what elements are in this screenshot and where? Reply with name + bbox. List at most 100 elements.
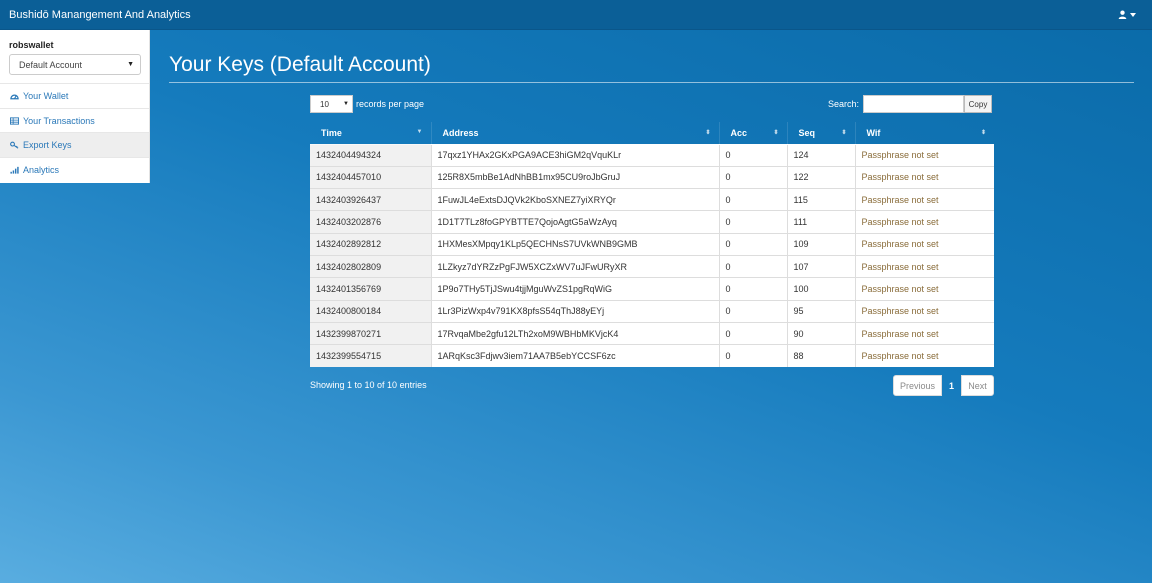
cell-seq: 90	[786, 321, 855, 345]
signal-icon	[10, 167, 19, 175]
cell-acc: 0	[718, 299, 787, 323]
sidebar-item-label: Your Wallet	[23, 90, 69, 101]
cell-acc: 0	[718, 321, 787, 345]
cell-time: 1432402802809	[310, 254, 431, 278]
cell-address: 17qxz1YHAx2GKxPGA9ACE3hiGM2qVquKLr	[430, 143, 719, 167]
sidebar-item-label: Analytics	[23, 165, 60, 176]
cell-wif: Passphrase not set	[854, 143, 994, 167]
sort-both-icon: ⬍	[773, 130, 779, 136]
sidebar-item-your-wallet[interactable]: Your Wallet	[0, 84, 149, 109]
next-page-button[interactable]: Next	[961, 375, 994, 396]
table-row: 1432403202876 1D1T7TLz8foGPYBTTE7QojoAgtG…	[310, 210, 994, 234]
wallet-name: robswallet	[9, 40, 54, 50]
cell-wif: Passphrase not set	[854, 299, 994, 323]
sidebar: robswallet Default Account ▼ Your Wallet…	[0, 30, 150, 183]
table-row: 1432402802809 1LZkyz7dYRZzPgFJW5XCZxWV7uJ…	[310, 254, 994, 278]
cell-wif: Passphrase not set	[854, 232, 994, 256]
column-header-label: Seq	[798, 127, 816, 138]
cell-acc: 0	[718, 254, 787, 278]
previous-page-button[interactable]: Previous	[893, 375, 942, 396]
sidebar-item-label: Your Transactions	[23, 115, 95, 126]
column-header-label: Acc	[730, 127, 748, 138]
sort-desc-icon: ▼	[416, 129, 423, 135]
sort-both-icon: ⬍	[980, 130, 986, 136]
cell-wif: Passphrase not set	[854, 210, 994, 234]
user-menu[interactable]	[1118, 10, 1136, 19]
cell-time: 1432399554715	[310, 344, 431, 367]
cell-seq: 111	[786, 210, 855, 234]
page-title: Your Keys (Default Account)	[169, 53, 431, 76]
dashboard-icon	[10, 94, 19, 100]
cell-wif: Passphrase not set	[854, 165, 994, 189]
column-header-address[interactable]: Address ⬍	[430, 122, 719, 145]
cell-address: 1LZkyz7dYRZzPgFJW5XCZxWV7uJFwURyXR	[430, 254, 719, 278]
table-row: 1432399870271 17RvqaMbe2gfu12LTh2xoM9WBHb…	[310, 321, 994, 345]
sidebar-item-export-keys[interactable]: Export Keys	[0, 133, 149, 159]
cell-time: 1432399870271	[310, 321, 431, 345]
table-row: 1432402892812 1HXMesXMpqy1KLp5QECHNsS7UVk…	[310, 232, 994, 256]
cell-seq: 124	[786, 143, 855, 167]
account-select[interactable]: Default Account ▼	[9, 54, 141, 75]
cell-time: 1432402892812	[310, 232, 431, 256]
cell-wif: Passphrase not set	[854, 188, 994, 211]
page-length-select[interactable]: 10 ▼	[310, 95, 353, 113]
sort-both-icon: ⬍	[705, 130, 711, 136]
search-control: Search: Copy	[828, 95, 992, 113]
cell-acc: 0	[718, 277, 787, 301]
sidebar-item-your-transactions[interactable]: Your Transactions	[0, 109, 149, 134]
column-header-seq[interactable]: Seq ⬍	[786, 122, 855, 145]
cell-acc: 0	[718, 165, 787, 189]
cell-acc: 0	[718, 210, 787, 234]
table-row: 1432399554715 1ARqKsc3Fdjwv3iem71AA7B5ebY…	[310, 344, 994, 367]
cell-address: 1FuwJL4eExtsDJQVk2KboSXNEZ7yiXRYQr	[430, 188, 719, 211]
page-1-button[interactable]: 1	[942, 375, 961, 396]
cell-address: 1HXMesXMpqy1KLp5QECHNsS7UVkWNB9GMB	[430, 232, 719, 256]
caret-down-icon	[1130, 12, 1136, 17]
cell-seq: 109	[786, 232, 855, 256]
cell-seq: 115	[786, 188, 855, 211]
cell-time: 1432404494324	[310, 143, 431, 167]
cell-address: 1ARqKsc3Fdjwv3iem71AA7B5ebYCCSF6zc	[430, 344, 719, 367]
cell-wif: Passphrase not set	[854, 344, 994, 367]
cell-address: 125R8X5mbBe1AdNhBB1mx95CU9roJbGruJ	[430, 165, 719, 189]
cell-acc: 0	[718, 232, 787, 256]
cell-acc: 0	[718, 188, 787, 211]
cell-time: 1432404457010	[310, 165, 431, 189]
page-length-control: 10 ▼ records per page	[310, 95, 424, 113]
cell-seq: 122	[786, 165, 855, 189]
cell-address: 1D1T7TLz8foGPYBTTE7QojoAgtG5aWzAyq	[430, 210, 719, 234]
table-header-row: Time ▼ Address ⬍ Acc ⬍ Seq ⬍ Wif ⬍	[310, 122, 994, 145]
column-header-label: Time	[321, 127, 342, 138]
search-label: Search:	[827, 99, 859, 109]
cell-time: 1432400800184	[310, 299, 431, 323]
column-header-acc[interactable]: Acc ⬍	[718, 122, 787, 145]
cell-acc: 0	[718, 143, 787, 167]
key-icon	[10, 141, 19, 149]
sidebar-item-analytics[interactable]: Analytics	[0, 158, 149, 183]
copy-button[interactable]: Copy	[964, 95, 992, 113]
search-input[interactable]	[863, 95, 964, 113]
column-header-time[interactable]: Time ▼	[310, 122, 431, 145]
account-panel: robswallet Default Account ▼	[0, 30, 149, 84]
column-header-label: Address	[442, 127, 479, 138]
records-per-page-label: records per page	[356, 99, 425, 109]
table-row: 1432401356769 1P9o7THy5TjJSwu4tjjMguWvZS1…	[310, 277, 994, 301]
cell-time: 1432401356769	[310, 277, 431, 301]
cell-acc: 0	[718, 344, 787, 367]
title-divider	[169, 82, 1134, 83]
cell-wif: Passphrase not set	[854, 254, 994, 278]
caret-down-icon: ▼	[343, 101, 349, 107]
pagination: Previous 1 Next	[893, 375, 994, 396]
cell-seq: 88	[786, 344, 855, 367]
table-icon	[10, 116, 19, 125]
column-header-label: Wif	[866, 127, 881, 138]
cell-address: 1P9o7THy5TjJSwu4tjjMguWvZS1pgRqWiG	[430, 277, 719, 301]
app-title[interactable]: Bushidō Manangement And Analytics	[9, 9, 191, 21]
table-row: 1432400800184 1Lr3PizWxp4v791KX8pfsS54qTh…	[310, 299, 994, 323]
keys-table: Time ▼ Address ⬍ Acc ⬍ Seq ⬍ Wif ⬍ 1432404494…	[310, 122, 994, 367]
user-icon	[1118, 10, 1127, 19]
account-select-value: Default Account	[19, 59, 83, 70]
column-header-wif[interactable]: Wif ⬍	[854, 122, 994, 145]
table-row: 1432403926437 1FuwJL4eExtsDJQVk2KboSXNEZ7…	[310, 188, 994, 211]
cell-seq: 107	[786, 254, 855, 278]
